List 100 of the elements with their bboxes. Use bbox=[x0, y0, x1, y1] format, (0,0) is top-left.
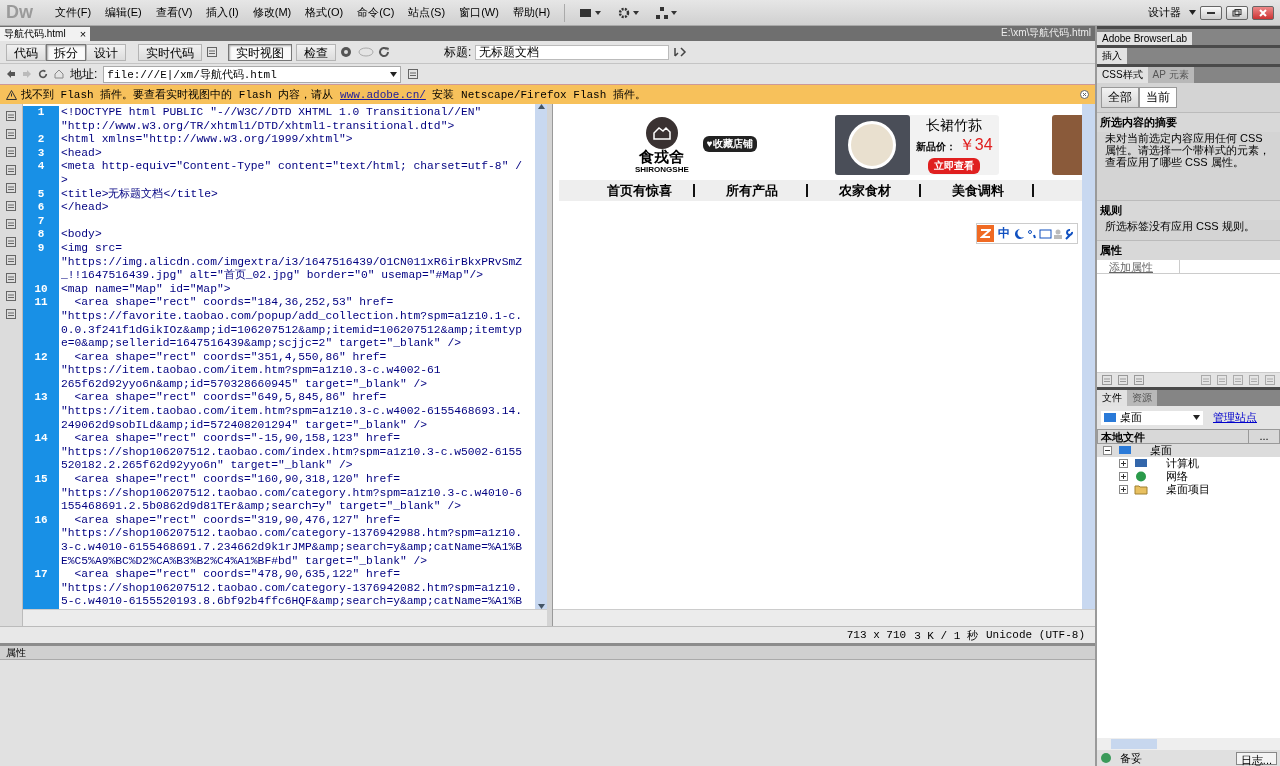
code-line: <body> bbox=[61, 228, 103, 242]
restore-button[interactable] bbox=[1226, 5, 1248, 20]
validate-icon[interactable] bbox=[673, 46, 688, 58]
site-select[interactable]: 桌面 bbox=[1101, 410, 1203, 425]
tree-item-label[interactable]: 网络 bbox=[1166, 469, 1188, 484]
nav-link[interactable]: 首页有惊喜 bbox=[585, 181, 693, 200]
view-mode-button[interactable]: 拆分 bbox=[46, 43, 86, 61]
tree-item-label[interactable]: 桌面 bbox=[1150, 443, 1172, 458]
scrollbar[interactable] bbox=[1082, 104, 1095, 609]
code-line: <meta http-equiv="Content-Type" content="text/html; charset=utf-8" / bbox=[61, 160, 523, 174]
code-line: "https://favorite.taobao.com/popup/add_collection.htm?spm=a1z10.1-c. bbox=[61, 309, 523, 324]
status-text: 备妥 bbox=[1120, 750, 1142, 766]
panel-title[interactable]: 属性 bbox=[6, 645, 26, 660]
app-logo: Dw bbox=[6, 2, 33, 23]
monitor-icon bbox=[1104, 413, 1116, 422]
code-line: e=0&amp;sellerid=1647516439&amp;scjjc=2" target="_blank" /> bbox=[61, 337, 462, 351]
ime-logo-icon[interactable] bbox=[977, 225, 994, 242]
panel-tab[interactable]: Adobe BrowserLab bbox=[1097, 32, 1193, 45]
close-icon bbox=[1258, 8, 1268, 17]
refresh-icon[interactable] bbox=[378, 46, 390, 58]
horizontal-scrollbar[interactable] bbox=[553, 609, 1095, 626]
menu-item[interactable]: 修改(M) bbox=[246, 3, 298, 22]
shop-logo bbox=[645, 116, 678, 149]
back-icon[interactable] bbox=[6, 69, 16, 79]
menu-item[interactable]: 命令(C) bbox=[351, 3, 401, 22]
home-icon[interactable] bbox=[54, 69, 64, 79]
line-number: 11 bbox=[34, 296, 48, 311]
code-line: _!!1647516439.jpg" alt="首页_02.jpg" border="0" usemap="#Map"/> bbox=[61, 269, 484, 283]
panel-tab[interactable]: 资源 bbox=[1127, 390, 1157, 406]
view-mode-button[interactable]: 代码 bbox=[6, 43, 46, 61]
manage-sites-link[interactable]: 管理站点 bbox=[1213, 410, 1257, 425]
menu-item[interactable]: 查看(V) bbox=[149, 3, 199, 22]
panel-tab[interactable]: AP 元素 bbox=[1147, 67, 1194, 83]
adobe-link[interactable]: www.adobe.cn/ bbox=[340, 89, 426, 101]
caret-icon[interactable] bbox=[1193, 415, 1200, 420]
tree-item-label[interactable]: 桌面项目 bbox=[1166, 482, 1210, 497]
section-title: 属性 bbox=[1097, 240, 1280, 260]
code-line: <html xmlns="http://www.w3.org/1999/xhtml"> bbox=[61, 133, 354, 147]
panel-tab[interactable]: 插入 bbox=[1097, 48, 1127, 64]
line-number: 1 bbox=[37, 106, 45, 120]
inspect-button[interactable]: 检查 bbox=[296, 43, 336, 61]
horizontal-scrollbar[interactable] bbox=[1097, 738, 1280, 750]
caret-icon[interactable] bbox=[390, 71, 398, 77]
caret-icon[interactable] bbox=[1189, 10, 1196, 15]
globe-icon bbox=[1134, 471, 1148, 482]
live-view-button[interactable]: 实时视图 bbox=[228, 43, 292, 61]
column-header[interactable]: ... bbox=[1248, 430, 1279, 443]
document-tab[interactable]: 导航代码.html × bbox=[0, 27, 91, 41]
mode-button[interactable]: 全部 bbox=[1101, 87, 1139, 108]
panel-tab[interactable]: 文件 bbox=[1097, 390, 1127, 406]
line-number: 5 bbox=[37, 187, 45, 202]
workspace-switcher[interactable]: 设计器 bbox=[1142, 3, 1187, 22]
title-field[interactable]: 无标题文档 bbox=[475, 44, 670, 60]
code-line: 249062d9sobILd&amp;id=572408201294" target="_blank" /> bbox=[61, 418, 429, 433]
address-field[interactable]: file:///E|/xm/导航代码.html bbox=[103, 65, 402, 83]
shop-name: 食戎舍 bbox=[639, 148, 685, 165]
column-header[interactable]: 本地文件 bbox=[1098, 430, 1248, 443]
code-line: 0.0.3f241f1dGikIOz&amp;id=106207512&amp;itemid=106207512&amp;itemtyp bbox=[61, 323, 523, 338]
code-line: <area shape="rect" coords="649,5,845,86" href= bbox=[73, 391, 388, 406]
code-line: <img src= bbox=[61, 241, 123, 256]
nav-link[interactable]: 农家食材 bbox=[811, 181, 919, 200]
close-icon[interactable] bbox=[1080, 90, 1089, 99]
horizontal-scrollbar[interactable] bbox=[23, 609, 547, 626]
menu-item[interactable]: 插入(I) bbox=[200, 3, 245, 22]
panel-tab[interactable]: CSS样式 bbox=[1097, 67, 1148, 83]
code-line: <title>无标题文档</title> bbox=[61, 187, 219, 202]
menu-item[interactable]: 格式(O) bbox=[299, 3, 350, 22]
minimize-button[interactable] bbox=[1200, 5, 1222, 20]
nav-link[interactable]: 美食调料 bbox=[924, 181, 1032, 200]
menu-item[interactable]: 文件(F) bbox=[49, 3, 98, 22]
section-title: 所选内容的摘要 bbox=[1097, 112, 1280, 132]
title-label: 标题: bbox=[444, 43, 472, 61]
menu-item[interactable]: 编辑(E) bbox=[99, 3, 148, 22]
globe-icon[interactable] bbox=[340, 46, 354, 58]
tree-item-label[interactable]: 计算机 bbox=[1166, 456, 1199, 471]
mode-button[interactable]: 当前 bbox=[1139, 87, 1177, 108]
code-line: <area shape="rect" coords="351,4,550,86" href= bbox=[73, 350, 388, 365]
shop-name-latin: SHIRONGSHE bbox=[635, 164, 689, 174]
view-now-button[interactable]: 立即查看 bbox=[928, 158, 981, 174]
menu-item[interactable]: 帮助(H) bbox=[506, 3, 557, 22]
scrollbar[interactable] bbox=[535, 104, 547, 609]
arrow-down-icon[interactable] bbox=[537, 604, 545, 609]
nav-link[interactable]: 所有产品 bbox=[698, 181, 806, 200]
view-mode-button[interactable]: 设计 bbox=[86, 43, 126, 61]
log-button[interactable]: 日志... bbox=[1235, 751, 1277, 765]
line-number: 10 bbox=[34, 282, 48, 297]
ime-toolbar[interactable]: 中 bbox=[976, 223, 1078, 244]
ime-tools-icon[interactable] bbox=[1014, 227, 1074, 240]
live-code-button[interactable]: 实时代码 bbox=[138, 43, 202, 61]
menu-item[interactable]: 站点(S) bbox=[402, 3, 452, 22]
favorite-badge[interactable]: ♥收藏店铺 bbox=[702, 136, 757, 152]
file-path: E:\xm\导航代码.html bbox=[1000, 26, 1092, 40]
close-button[interactable] bbox=[1252, 5, 1274, 20]
refresh-icon[interactable] bbox=[38, 69, 48, 79]
code-line: "https://item.taobao.com/item.htm?spm=a1z10.3-c.w4002-61 bbox=[61, 364, 442, 378]
menu-item[interactable]: 窗口(W) bbox=[453, 3, 505, 22]
restore-icon bbox=[1232, 8, 1242, 17]
close-icon[interactable]: × bbox=[79, 28, 87, 40]
arrow-up-icon[interactable] bbox=[537, 104, 545, 109]
window-size[interactable]: 713 x 710 bbox=[846, 629, 907, 641]
